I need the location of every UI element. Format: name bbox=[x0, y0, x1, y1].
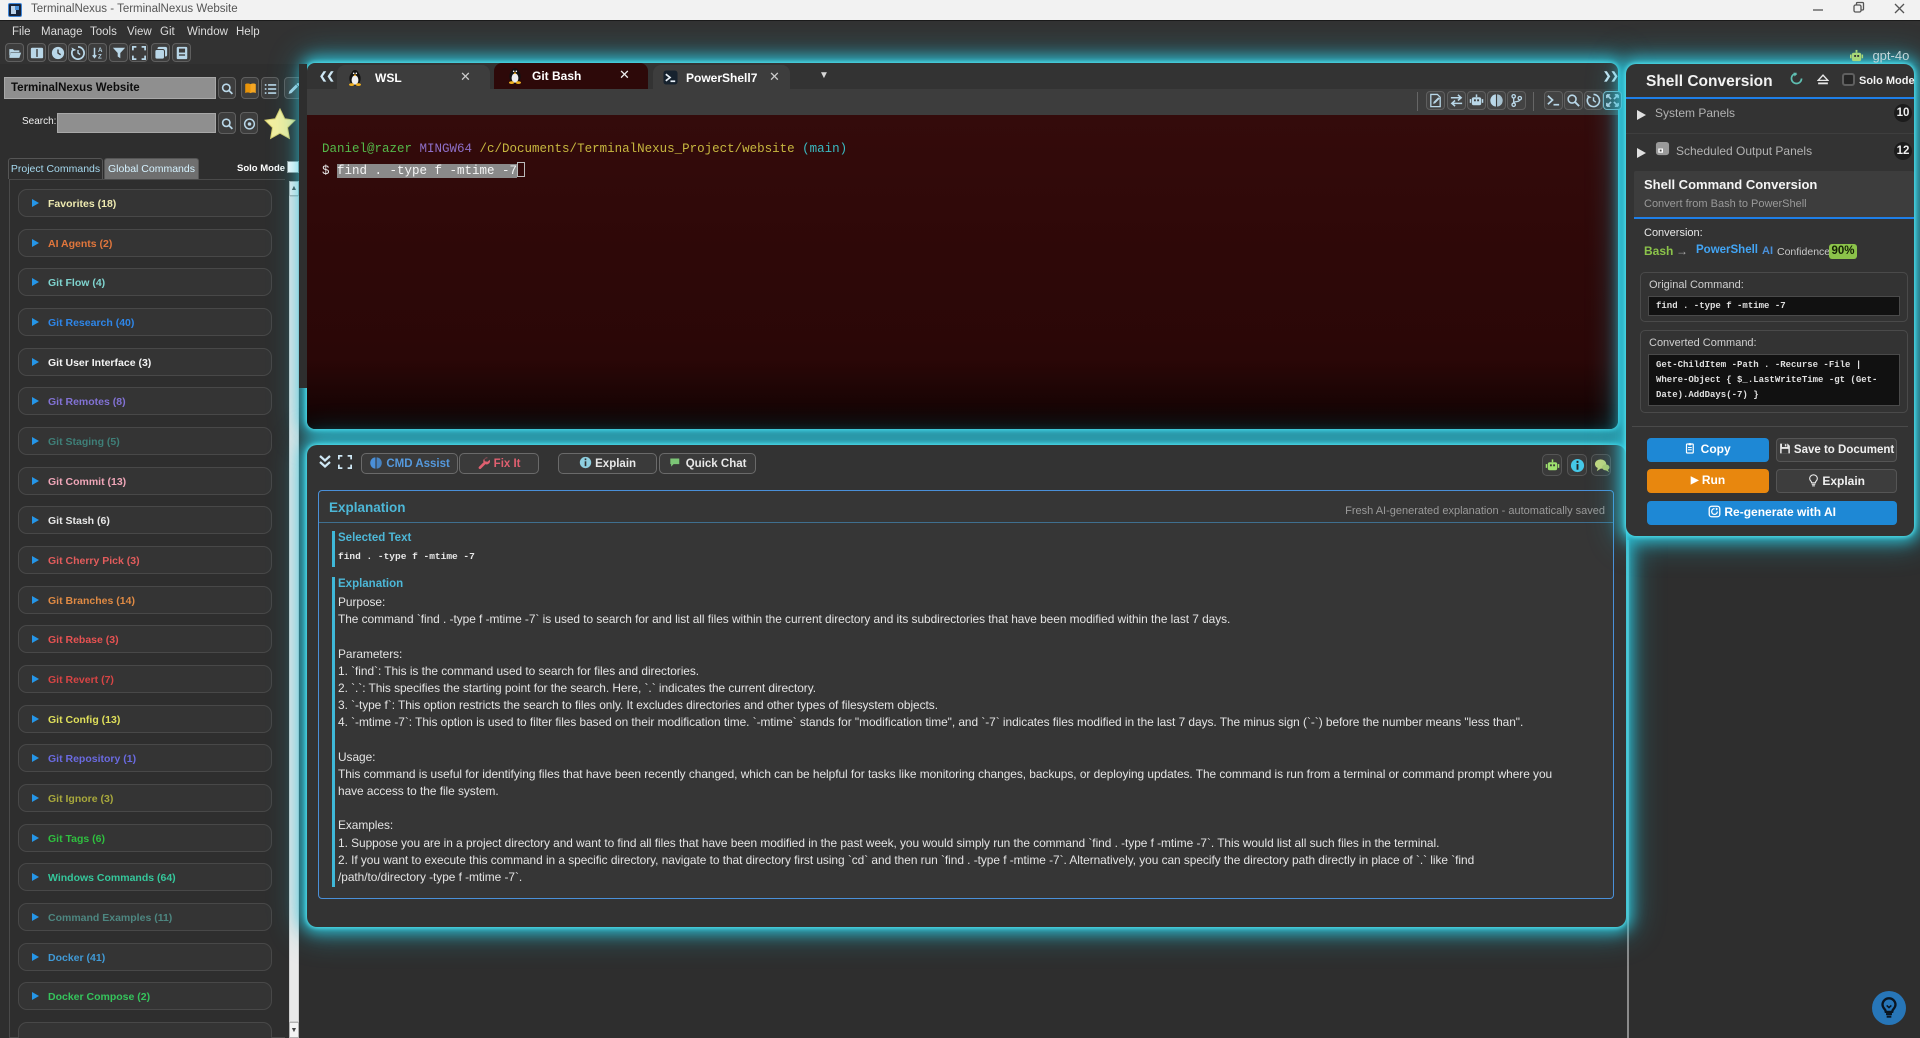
svg-text:Z: Z bbox=[98, 54, 102, 60]
